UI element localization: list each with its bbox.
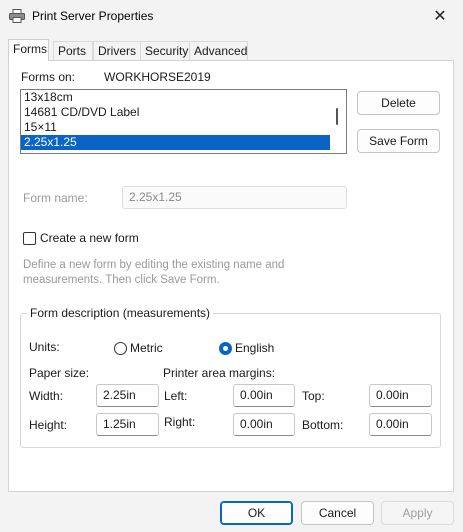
right-label: Right: <box>164 415 196 429</box>
ok-button[interactable]: OK <box>220 501 293 525</box>
printer-margins-label: Printer area margins: <box>163 366 276 380</box>
width-field[interactable]: 2.25in <box>96 384 159 407</box>
height-label: Height: <box>29 418 68 432</box>
close-icon: ✕ <box>433 8 447 25</box>
tab-security[interactable]: Security <box>140 41 190 60</box>
apply-button[interactable]: Apply <box>381 501 454 525</box>
list-scrollbar[interactable] <box>336 108 338 125</box>
help-text-line1: Define a new form by editing the existin… <box>23 259 285 271</box>
list-item[interactable]: 13x18cm <box>21 90 330 105</box>
window-title: Print Server Properties <box>32 9 154 23</box>
english-label[interactable]: English <box>235 341 274 355</box>
list-item[interactable]: 15×11 <box>21 120 330 135</box>
form-description-label: Form description (measurements) <box>27 306 214 320</box>
paper-size-label: Paper size: <box>29 366 90 380</box>
metric-label[interactable]: Metric <box>130 341 163 355</box>
server-name: WORKHORSE2019 <box>104 70 211 84</box>
tab-ports[interactable]: Ports <box>53 41 93 60</box>
printer-icon <box>9 9 25 23</box>
help-text-line2: measurements. Then click Save Form. <box>23 274 220 286</box>
bottom-label: Bottom: <box>302 418 344 432</box>
create-new-form-label[interactable]: Create a new form <box>40 231 139 245</box>
top-label: Top: <box>302 389 325 403</box>
metric-radio[interactable] <box>114 342 127 355</box>
units-label: Units: <box>29 340 60 354</box>
right-margin-field[interactable]: 0.00in <box>233 413 295 436</box>
form-name-label: Form name: <box>23 191 88 205</box>
bottom-margin-field[interactable]: 0.00in <box>369 413 432 436</box>
forms-list[interactable]: 13x18cm 14681 CD/DVD Label 15×11 2.25x1.… <box>20 89 347 154</box>
forms-on-label: Forms on: <box>21 70 76 84</box>
create-new-form-checkbox[interactable] <box>23 232 36 245</box>
top-margin-field[interactable]: 0.00in <box>369 384 432 407</box>
tab-forms[interactable]: Forms <box>8 39 49 61</box>
left-label: Left: <box>164 389 188 403</box>
cancel-button[interactable]: Cancel <box>301 501 374 525</box>
height-field[interactable]: 1.25in <box>96 413 159 436</box>
form-name-field[interactable]: 2.25x1.25 <box>122 186 347 209</box>
save-form-button[interactable]: Save Form <box>357 129 440 153</box>
tab-drivers[interactable]: Drivers <box>93 41 141 60</box>
delete-button[interactable]: Delete <box>357 91 440 115</box>
english-radio[interactable] <box>219 342 232 355</box>
list-item-selected[interactable]: 2.25x1.25 <box>21 135 330 150</box>
close-button[interactable]: ✕ <box>417 0 463 32</box>
width-label: Width: <box>29 389 64 403</box>
left-margin-field[interactable]: 0.00in <box>233 384 295 407</box>
title-bar: Print Server Properties ✕ <box>0 0 463 32</box>
tab-advanced[interactable]: Advanced <box>189 41 248 60</box>
list-item[interactable]: 14681 CD/DVD Label <box>21 105 330 120</box>
